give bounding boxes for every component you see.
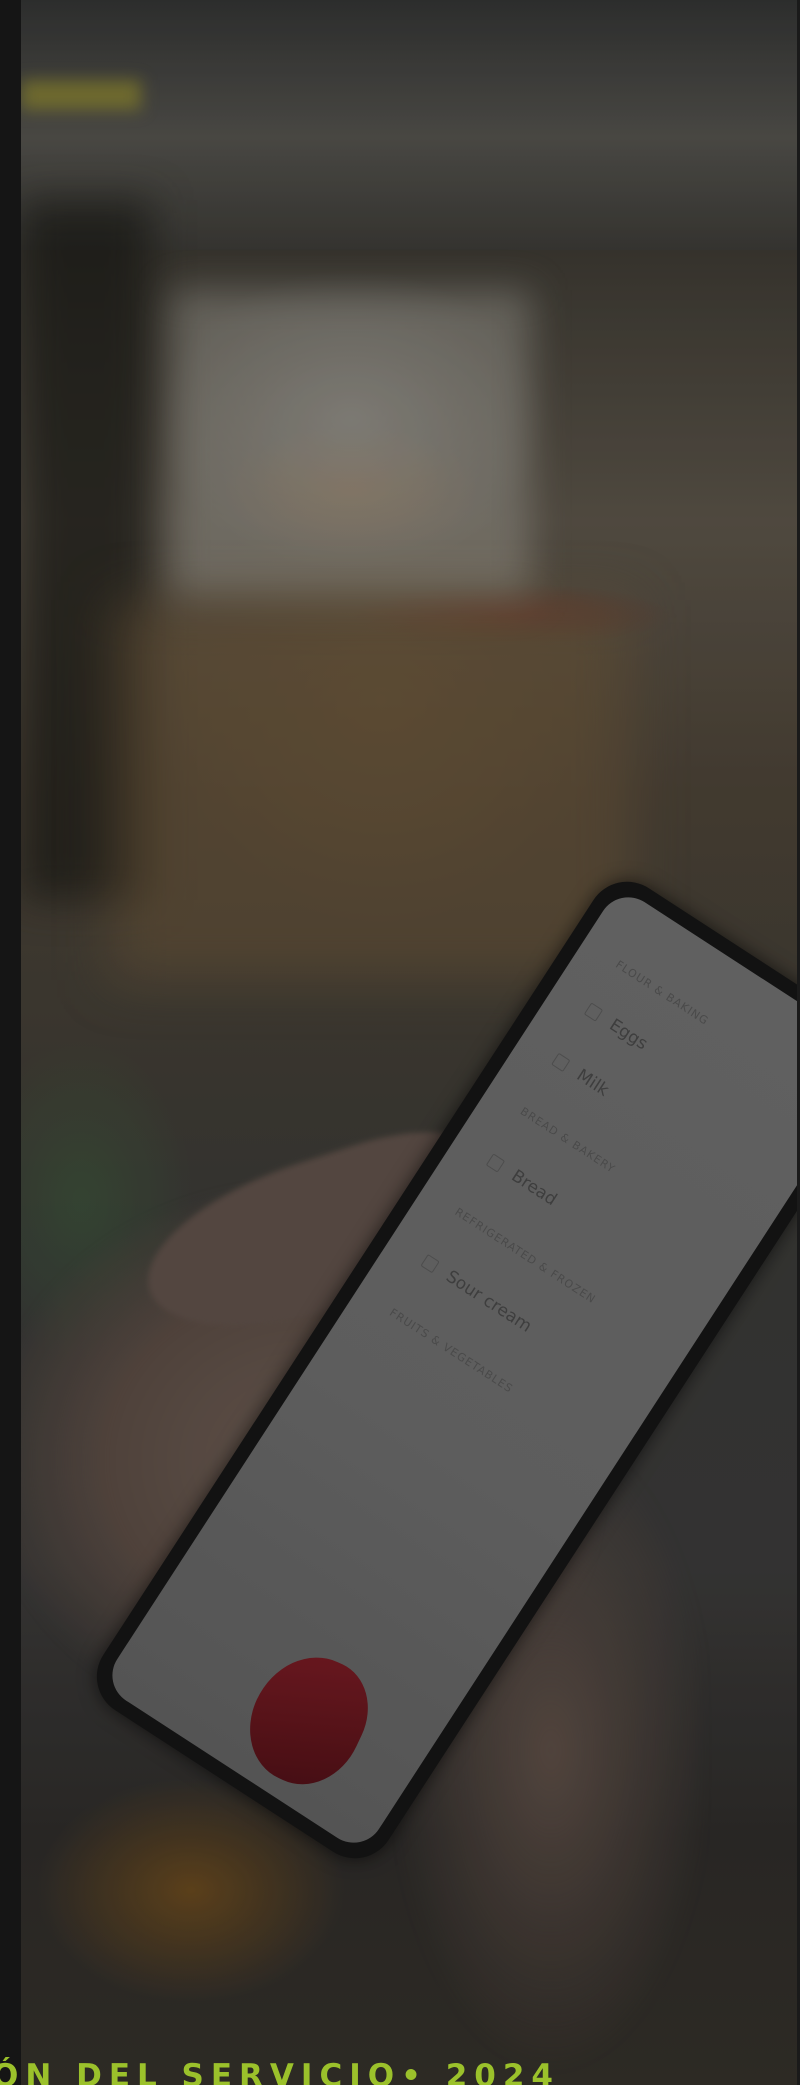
left-border-strip bbox=[0, 0, 21, 2085]
dark-overlay bbox=[21, 0, 797, 2085]
page: FLOUR & BAKING Eggs Milk BREAD & BAKERY … bbox=[0, 0, 800, 2085]
hero-photo: FLOUR & BAKING Eggs Milk BREAD & BAKERY … bbox=[21, 0, 797, 2085]
section-caption: ÓN DEL SERVICIO• 2024 bbox=[0, 2058, 560, 2085]
